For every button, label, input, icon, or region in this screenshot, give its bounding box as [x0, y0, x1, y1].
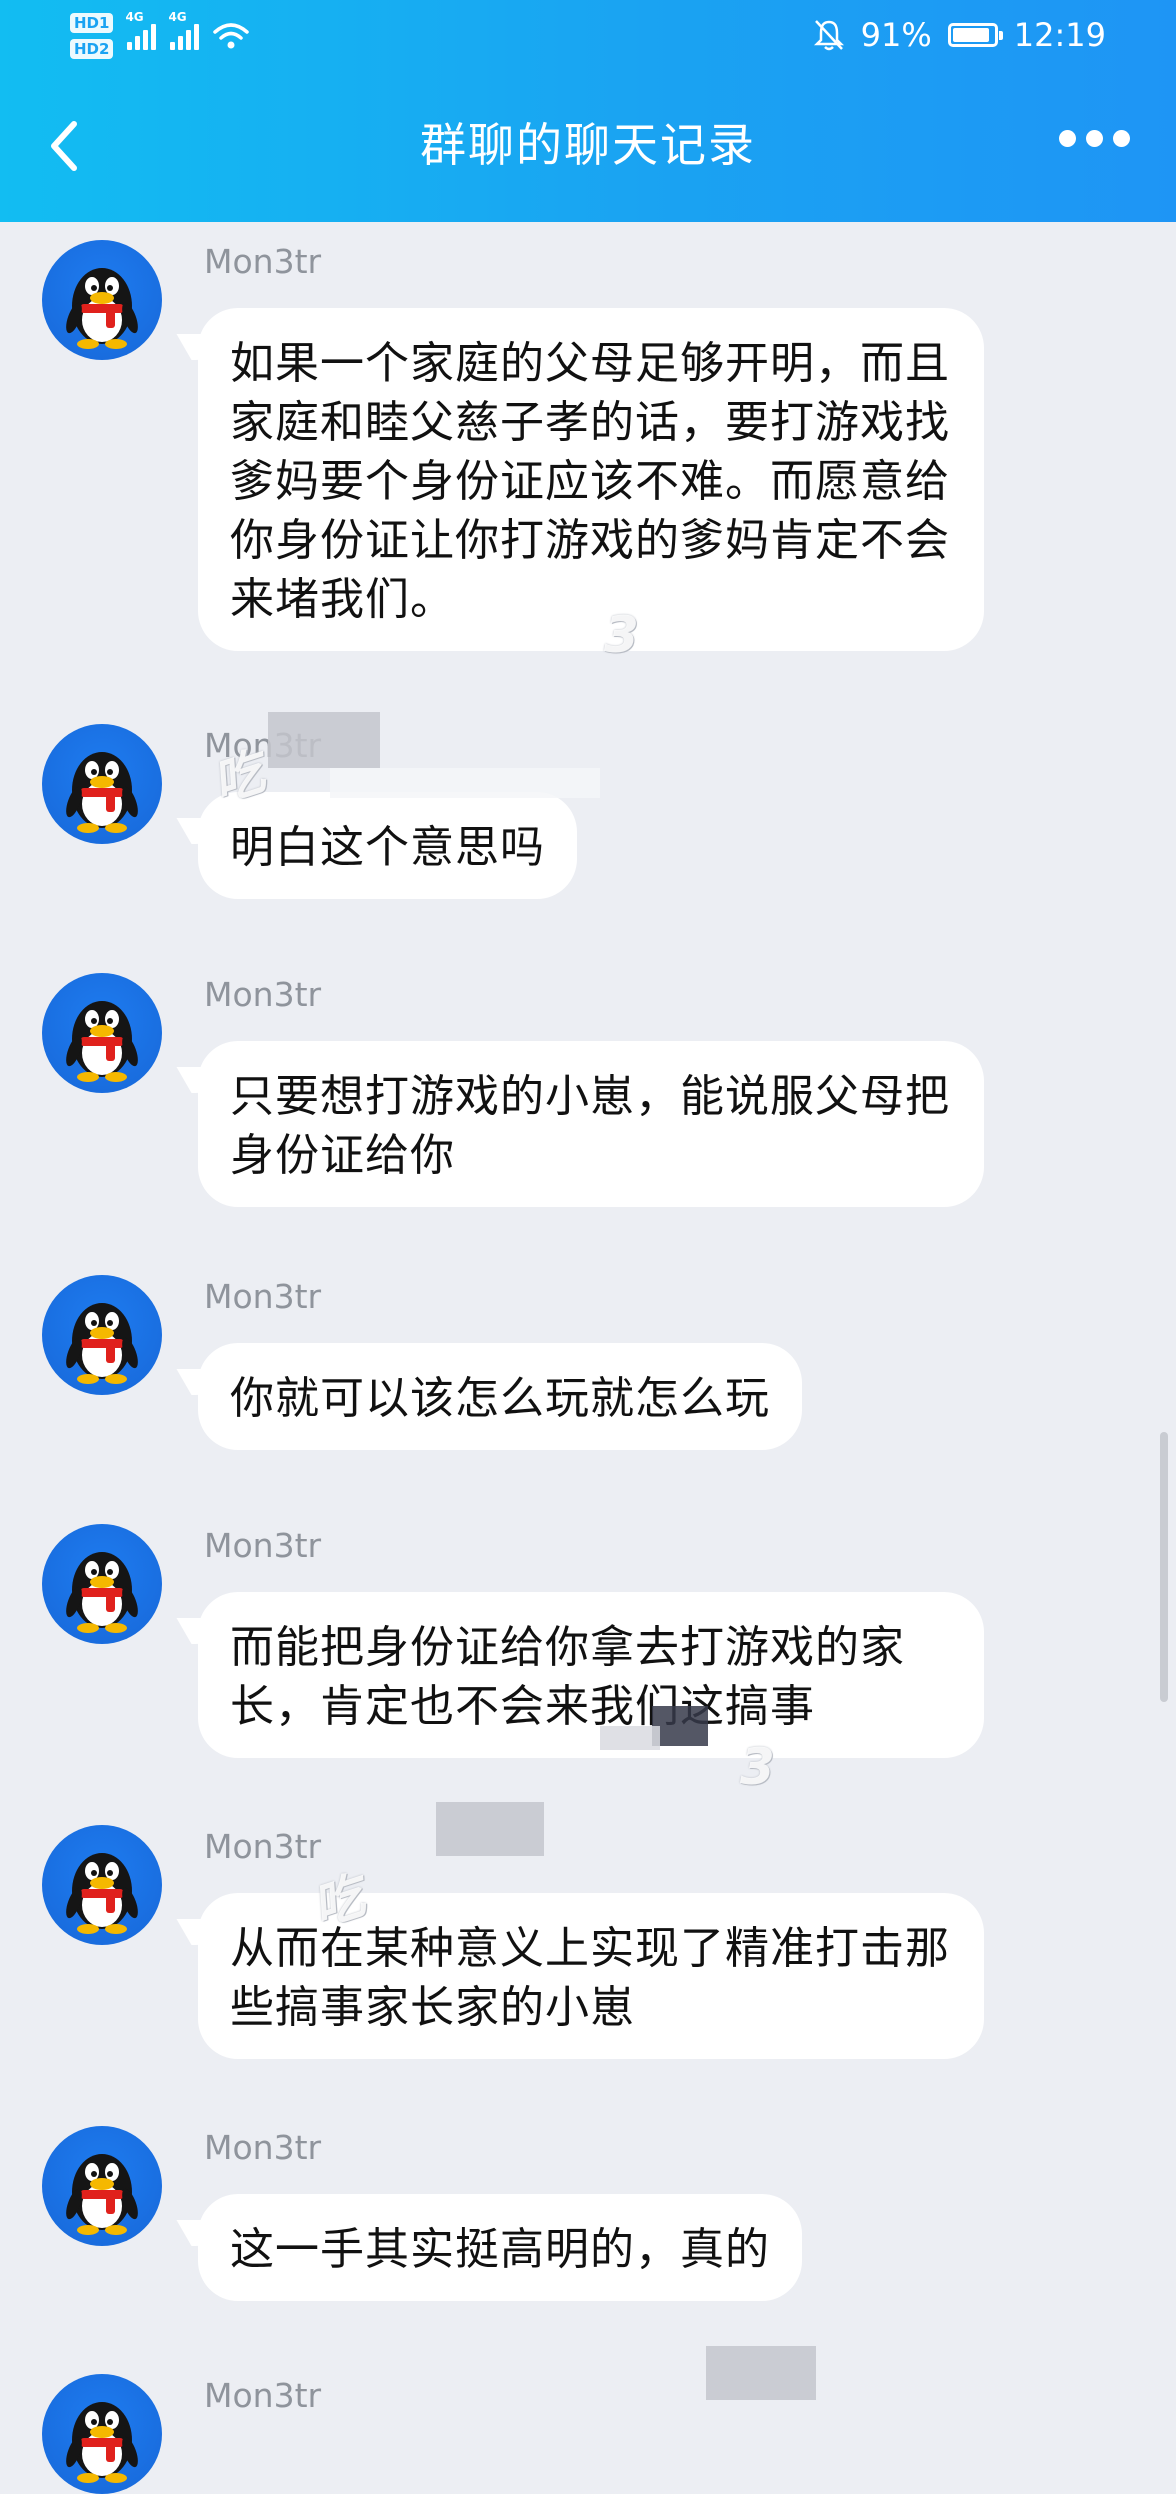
sender-name: Mon3tr	[204, 1526, 322, 1565]
avatar[interactable]	[42, 240, 162, 360]
hd-badge-2: HD2	[70, 39, 114, 59]
avatar[interactable]	[42, 1275, 162, 1395]
nav-bar: 群聊的聊天记录	[0, 80, 1176, 210]
penguin-icon	[66, 1001, 138, 1082]
redaction-blur	[706, 2346, 816, 2400]
page-title: 群聊的聊天记录	[420, 118, 756, 172]
more-dots-icon[interactable]	[1059, 130, 1130, 147]
penguin-icon	[66, 2154, 138, 2235]
avatar[interactable]	[42, 2374, 162, 2494]
hd-badges: HD1 HD2	[70, 13, 114, 59]
sender-name: Mon3tr	[204, 2128, 322, 2167]
sender-name: Mon3tr	[204, 1277, 322, 1316]
message-bubble[interactable]: 这一手其实挺高明的，真的	[198, 2194, 802, 2301]
watermark: 3	[740, 1738, 775, 1796]
penguin-icon	[66, 1853, 138, 1934]
penguin-icon	[66, 752, 138, 833]
clock: 12:19	[1013, 16, 1106, 54]
status-bar: HD1 HD2 4G 4G 91% 12:19	[0, 0, 1176, 70]
scrollbar[interactable]	[1160, 1432, 1168, 1702]
status-right: 91% 12:19	[813, 10, 1106, 60]
redaction-blur	[436, 1802, 544, 1856]
message-bubble[interactable]: 如果一个家庭的父母足够开明，而且家庭和睦父慈子孝的话，要打游戏找爹妈要个身份证应…	[198, 308, 984, 651]
message-bubble[interactable]: 明白这个意思吗	[198, 792, 577, 899]
avatar[interactable]	[42, 724, 162, 844]
sender-name: Mon3tr	[204, 975, 322, 1014]
message-list[interactable]: Mon3tr 如果一个家庭的父母足够开明，而且家庭和睦父慈子孝的话，要打游戏找爹…	[0, 222, 1176, 2494]
redaction-blur	[600, 1726, 660, 1750]
sender-name: Mon3tr	[204, 2376, 322, 2415]
redaction-blur	[268, 712, 380, 768]
avatar[interactable]	[42, 973, 162, 1093]
bell-muted-icon	[813, 20, 844, 51]
avatar[interactable]	[42, 1524, 162, 1644]
battery-icon	[947, 23, 1003, 47]
penguin-icon	[66, 2402, 138, 2483]
battery-percent: 91%	[860, 16, 932, 54]
redaction-blur	[652, 1706, 708, 1746]
message-bubble[interactable]: 从而在某种意义上实现了精准打击那些搞事家长家的小崽	[198, 1893, 984, 2059]
message-bubble[interactable]: 而能把身份证给你拿去打游戏的家长，肯定也不会来我们这搞事	[198, 1592, 984, 1758]
avatar[interactable]	[42, 2126, 162, 2246]
battery-fill	[952, 28, 989, 42]
penguin-icon	[66, 1303, 138, 1384]
penguin-icon	[66, 268, 138, 349]
signal-icon-2: 4G	[168, 10, 200, 50]
message-bubble[interactable]: 你就可以该怎么玩就怎么玩	[198, 1343, 802, 1450]
penguin-icon	[66, 1552, 138, 1633]
network-type-1: 4G	[125, 10, 144, 24]
avatar[interactable]	[42, 1825, 162, 1945]
redaction-blur	[330, 768, 600, 798]
header-bar: HD1 HD2 4G 4G 91% 12:19 群聊的聊天记录	[0, 0, 1176, 222]
network-type-2: 4G	[168, 10, 187, 24]
sender-name: Mon3tr	[204, 242, 322, 281]
signal-icon-1: 4G	[125, 10, 157, 50]
wifi-icon	[213, 23, 250, 49]
status-left: HD1 HD2 4G 4G	[70, 8, 250, 64]
message-bubble[interactable]: 只要想打游戏的小崽，能说服父母把身份证给你	[198, 1041, 984, 1207]
hd-badge-1: HD1	[70, 13, 114, 33]
watermark: 3	[604, 606, 639, 664]
sender-name: Mon3tr	[204, 1827, 322, 1866]
